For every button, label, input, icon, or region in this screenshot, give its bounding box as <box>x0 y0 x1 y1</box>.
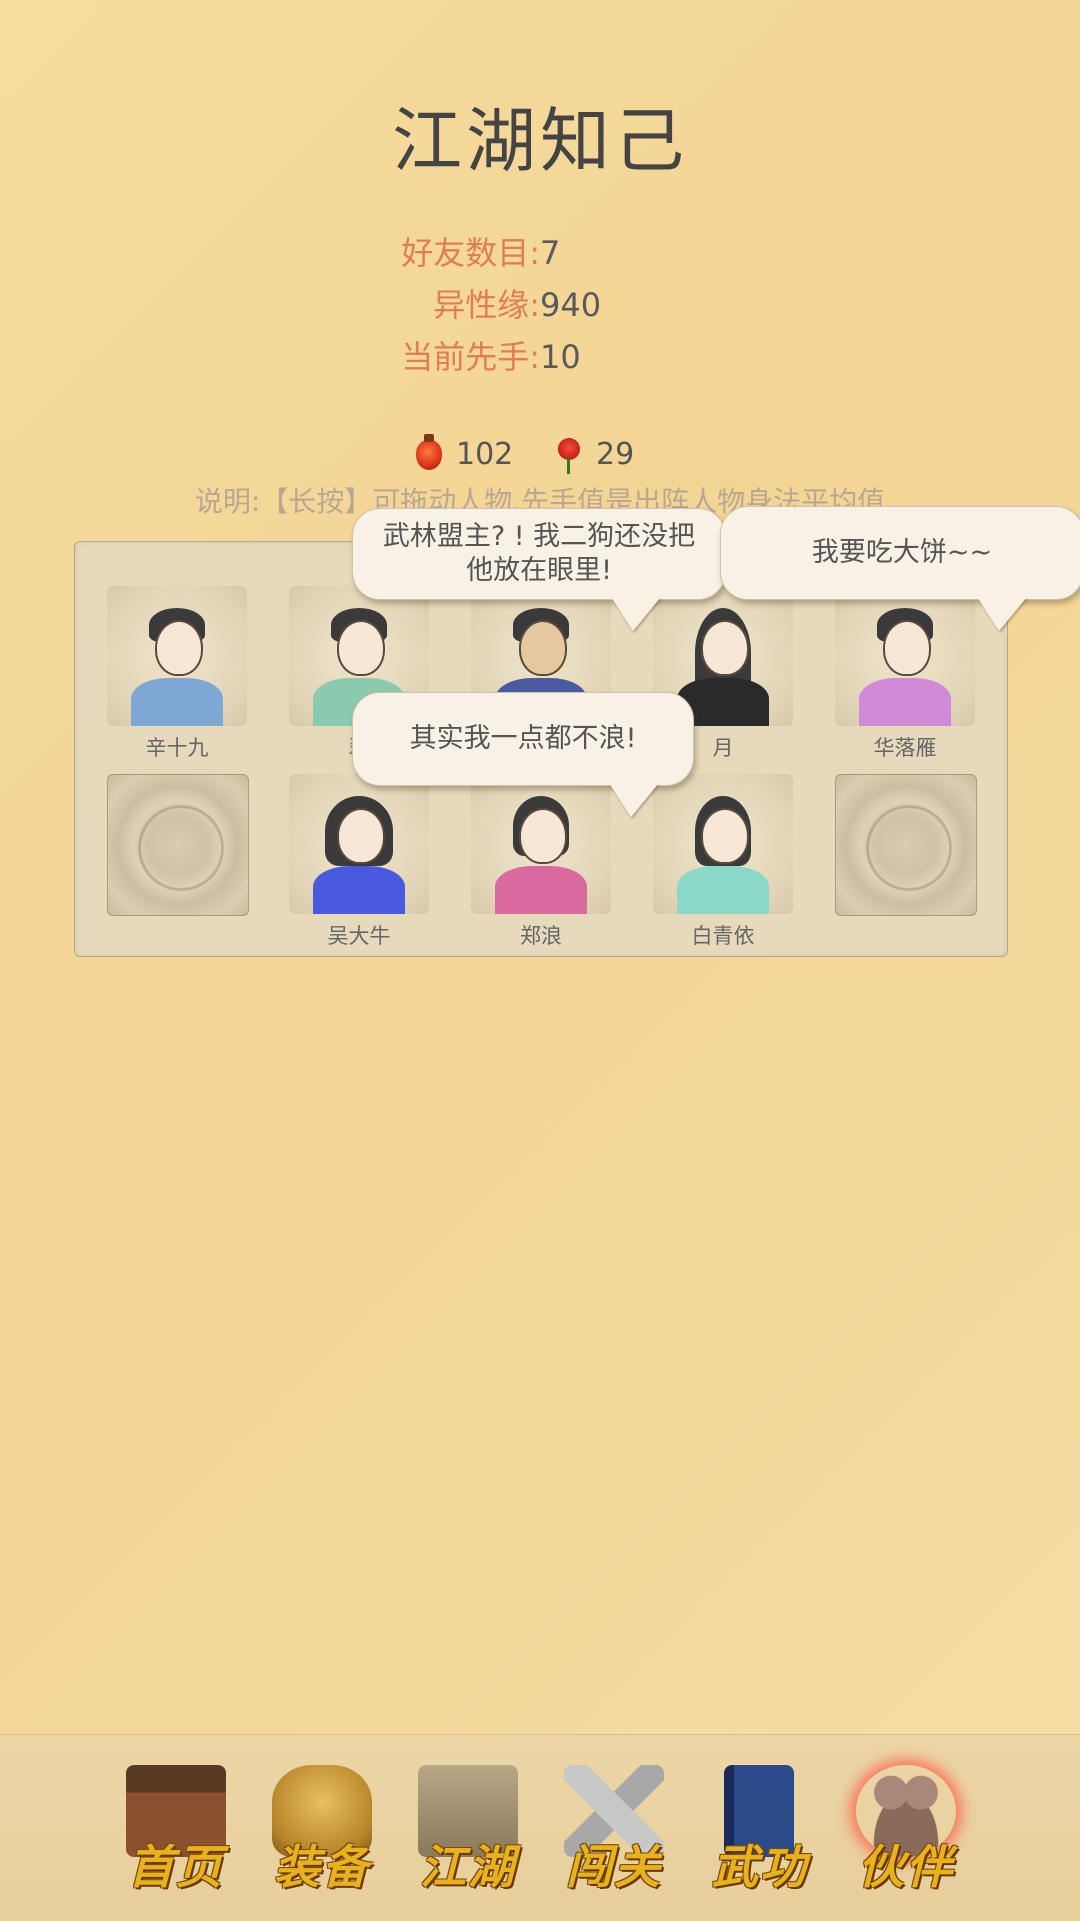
stat-value: 10 <box>540 338 581 376</box>
stat-label: 异性缘: <box>433 286 540 324</box>
bubble-text: 武林盟主? ! 我二狗还没把 他放在眼里! <box>382 521 696 586</box>
portrait <box>107 586 247 726</box>
stat-value: 940 <box>540 286 602 324</box>
stat-charm: 异性缘: 940 <box>0 280 1080 330</box>
nav-partners[interactable]: 伙伴 <box>846 1765 966 1895</box>
nav-label: 装备 <box>274 1840 370 1894</box>
partner-slot[interactable]: 白青依 <box>653 774 793 964</box>
gourd-currency: 102 <box>416 430 526 480</box>
nav-label: 江湖 <box>420 1840 516 1894</box>
partner-name: 吴大牛 <box>327 924 391 948</box>
partner-slot[interactable]: 华落雁 <box>835 586 975 776</box>
partner-name: 白青依 <box>691 924 755 948</box>
portrait <box>289 774 429 914</box>
partner-slot[interactable]: 郑浪 <box>471 774 611 964</box>
empty-slot[interactable] <box>107 774 249 964</box>
portrait <box>835 586 975 726</box>
stat-friend-count: 好友数目: 7 <box>0 228 1080 278</box>
nav-label: 武功 <box>712 1840 808 1894</box>
bottom-nav: 首页 装备 江湖 闯关 武功 伙伴 <box>0 1734 1080 1921</box>
nav-challenge[interactable]: 闯关 <box>554 1765 674 1895</box>
rose-icon <box>558 438 580 474</box>
empty-slot[interactable] <box>835 774 977 964</box>
bubble-text: 我要吃大饼~~ <box>811 537 993 568</box>
rose-count: 29 <box>596 437 635 472</box>
gourd-count: 102 <box>456 437 514 472</box>
nav-home[interactable]: 首页 <box>116 1765 236 1895</box>
nav-equipment[interactable]: 装备 <box>262 1765 382 1895</box>
nav-label: 伙伴 <box>858 1840 954 1894</box>
speech-bubble: 其实我一点都不浪! <box>352 692 694 817</box>
stat-initiative: 当前先手: 10 <box>0 332 1080 382</box>
stat-value: 7 <box>540 234 561 272</box>
empty-slot-emblem <box>835 774 977 916</box>
nav-label: 闯关 <box>566 1840 662 1894</box>
stat-label: 当前先手: <box>401 338 540 376</box>
partner-slot[interactable]: 辛十九 <box>107 586 247 776</box>
nav-martial-arts[interactable]: 武功 <box>700 1765 820 1895</box>
nav-jianghu[interactable]: 江湖 <box>408 1765 528 1895</box>
partner-name: 郑浪 <box>520 924 562 948</box>
stat-label: 好友数目: <box>401 234 540 272</box>
partner-slot[interactable]: 吴大牛 <box>289 774 429 964</box>
speech-bubble: 我要吃大饼~~ <box>720 506 1080 631</box>
partner-name: 华落雁 <box>873 736 937 760</box>
page-title: 江湖知己 <box>392 100 688 182</box>
rose-currency: 29 <box>556 430 656 480</box>
portrait <box>471 774 611 914</box>
gourd-icon <box>416 434 442 470</box>
nav-label: 首页 <box>128 1840 224 1894</box>
bubble-text: 其实我一点都不浪! <box>409 723 637 754</box>
partner-name: 辛十九 <box>145 736 209 760</box>
speech-bubble: 武林盟主? ! 我二狗还没把 他放在眼里! <box>352 508 726 631</box>
empty-slot-emblem <box>107 774 249 916</box>
portrait <box>653 774 793 914</box>
